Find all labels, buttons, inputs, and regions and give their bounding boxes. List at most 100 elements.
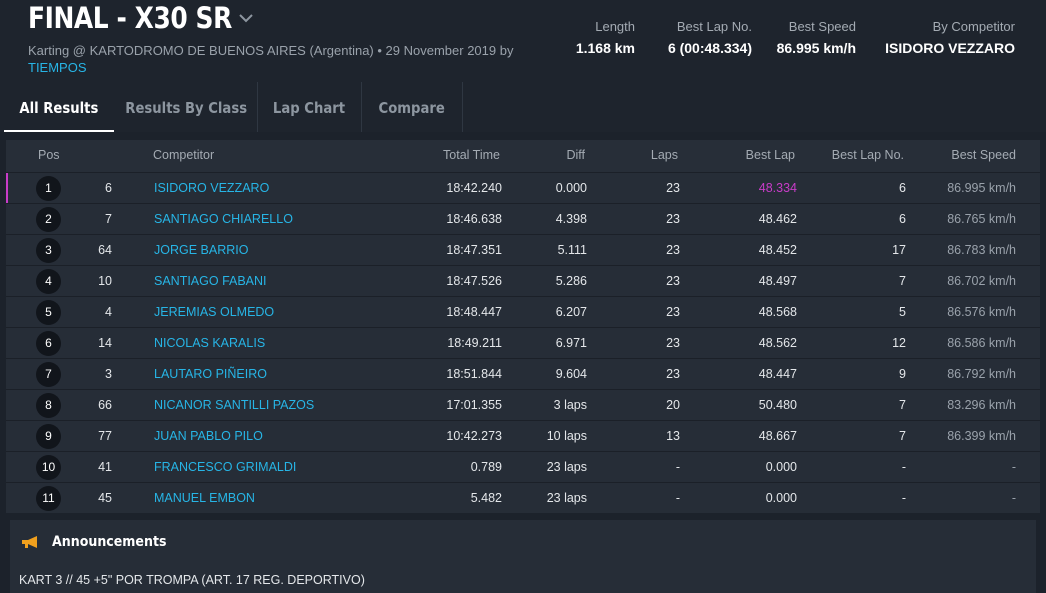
- col-best-speed[interactable]: Best Speed: [951, 148, 1016, 162]
- kart-number: 10: [98, 274, 112, 288]
- best-speed: 86.586 km/h: [947, 336, 1016, 350]
- best-lap: 48.447: [758, 367, 797, 381]
- best-speed: 86.576 km/h: [947, 305, 1016, 319]
- announcements-header: Announcements: [20, 534, 179, 550]
- table-row[interactable]: 8 66 NICANOR SANTILLI PAZOS 17:01.355 3 laps…: [6, 389, 1040, 420]
- table-row[interactable]: 6 14 NICOLAS KARALIS 18:49.211 6.971 23 48.562…: [6, 327, 1040, 358]
- table-row[interactable]: 2 7 SANTIAGO CHIARELLO 18:46.638 4.398 23 48.4…: [6, 203, 1040, 234]
- stat-value: 6 (00:48.334): [667, 40, 752, 56]
- results-table: Pos Competitor Total Time Diff Laps Best…: [6, 140, 1040, 513]
- stat-length: Length 1.168 km: [576, 19, 635, 59]
- table-header: Pos Competitor Total Time Diff Laps Best…: [6, 140, 1040, 172]
- laps: 23: [666, 336, 680, 350]
- col-total-time[interactable]: Total Time: [443, 148, 500, 162]
- competitor-link[interactable]: NICOLAS KARALIS: [154, 336, 265, 350]
- competitor-link[interactable]: SANTIAGO FABANI: [154, 274, 267, 288]
- laps: 23: [666, 367, 680, 381]
- best-lap: 50.480: [758, 398, 797, 412]
- position-badge: 8: [36, 393, 61, 418]
- position-badge: 6: [36, 331, 61, 356]
- table-row[interactable]: 7 3 LAUTARO PIÑEIRO 18:51.844 9.604 23 48.447 9…: [6, 358, 1040, 389]
- title-wrap[interactable]: FINAL - X30 SR: [28, 0, 265, 36]
- competitor-link[interactable]: FRANCESCO GRIMALDI: [154, 460, 296, 474]
- best-speed: 86.399 km/h: [947, 429, 1016, 443]
- competitor-link[interactable]: SANTIAGO CHIARELLO: [154, 212, 293, 226]
- total-time: 18:51.844: [446, 367, 502, 381]
- chevron-down-icon[interactable]: [238, 12, 254, 24]
- timing-provider-link[interactable]: TIEMPOS: [28, 60, 87, 75]
- table-row[interactable]: 1 6 ISIDORO VEZZARO 18:42.240 0.000 23 48.334 6…: [6, 172, 1040, 203]
- tab-all-results[interactable]: All Results: [4, 82, 114, 132]
- laps: 20: [666, 398, 680, 412]
- announcement-text: KART 3 // 45 +5" POR TROMPA (ART. 17 REG…: [19, 573, 365, 587]
- table-body: 1 6 ISIDORO VEZZARO 18:42.240 0.000 23 48.334 6…: [6, 172, 1040, 513]
- laps: 23: [666, 212, 680, 226]
- col-competitor[interactable]: Competitor: [153, 148, 214, 162]
- diff: 4.398: [555, 212, 587, 226]
- diff: 0.000: [555, 181, 587, 195]
- table-row[interactable]: 11 45 MANUEL EMBON 5.482 23 laps - 0.000 - -: [6, 482, 1040, 513]
- diff: 6.207: [555, 305, 587, 319]
- best-lap-number: -: [901, 491, 906, 505]
- competitor-link[interactable]: MANUEL EMBON: [154, 491, 255, 505]
- competitor-link[interactable]: NICANOR SANTILLI PAZOS: [154, 398, 314, 412]
- total-time: 10:42.273: [446, 429, 502, 443]
- tab-lap-chart[interactable]: Lap Chart: [258, 82, 360, 132]
- best-lap: 48.562: [758, 336, 797, 350]
- laps: 23: [666, 274, 680, 288]
- total-time: 18:47.351: [446, 243, 502, 257]
- col-diff[interactable]: Diff: [566, 148, 585, 162]
- position-badge: 11: [36, 486, 61, 511]
- table-row[interactable]: 4 10 SANTIAGO FABANI 18:47.526 5.286 23 48.497…: [6, 265, 1040, 296]
- position-badge: 9: [36, 424, 61, 449]
- col-pos[interactable]: Pos: [38, 148, 60, 162]
- laps: 13: [666, 429, 680, 443]
- col-best-lap-no[interactable]: Best Lap No.: [832, 148, 904, 162]
- best-speed: 86.792 km/h: [947, 367, 1016, 381]
- stat-label: By Competitor: [932, 19, 1015, 34]
- table-row[interactable]: 9 77 JUAN PABLO PILO 10:42.273 10 laps 13 48.6…: [6, 420, 1040, 451]
- table-row[interactable]: 3 64 JORGE BARRIO 18:47.351 5.111 23 48.452 17 8…: [6, 234, 1040, 265]
- stat-label: Best Speed: [788, 19, 856, 34]
- competitor-link[interactable]: JUAN PABLO PILO: [154, 429, 263, 443]
- stat-best-speed: Best Speed 86.995 km/h: [777, 19, 856, 59]
- best-speed: 86.765 km/h: [947, 212, 1016, 226]
- diff: 5.111: [557, 243, 587, 257]
- stat-best-lap-no: Best Lap No. 6 (00:48.334): [668, 19, 752, 59]
- kart-number: 6: [105, 181, 112, 195]
- diff: 3 laps: [553, 398, 587, 412]
- best-speed: 86.783 km/h: [947, 243, 1016, 257]
- total-time: 18:49.211: [447, 336, 502, 350]
- col-best-lap[interactable]: Best Lap: [746, 148, 795, 162]
- table-row[interactable]: 5 4 JEREMIAS OLMEDO 18:48.447 6.207 23 48.568 5…: [6, 296, 1040, 327]
- best-lap: 0.000: [765, 460, 797, 474]
- kart-number: 14: [98, 336, 112, 350]
- page-title: FINAL - X30 SR: [28, 1, 232, 35]
- kart-number: 3: [105, 367, 112, 381]
- best-lap: 48.667: [758, 429, 797, 443]
- best-lap: 48.497: [758, 274, 797, 288]
- best-lap-number: 17: [892, 243, 906, 257]
- position-badge: 3: [36, 238, 61, 263]
- total-time: 17:01.355: [446, 398, 502, 412]
- competitor-link[interactable]: LAUTARO PIÑEIRO: [154, 367, 267, 381]
- position-badge: 10: [36, 455, 61, 480]
- stat-value: 86.995 km/h: [776, 40, 856, 56]
- stat-value: ISIDORO VEZZARO: [885, 40, 1015, 56]
- diff: 9.604: [555, 367, 587, 381]
- competitor-link[interactable]: ISIDORO VEZZARO: [154, 181, 269, 195]
- laps: 23: [666, 243, 680, 257]
- stat-value: 1.168 km: [575, 40, 635, 56]
- best-lap: 48.334: [758, 181, 797, 195]
- competitor-link[interactable]: JORGE BARRIO: [154, 243, 248, 257]
- table-row[interactable]: 10 41 FRANCESCO GRIMALDI 0.789 23 laps - 0.000…: [6, 451, 1040, 482]
- best-speed: 86.995 km/h: [947, 181, 1016, 195]
- tab-results-by-class[interactable]: Results By Class: [116, 82, 256, 132]
- kart-number: 77: [98, 429, 112, 443]
- stat-by-competitor: By Competitor ISIDORO VEZZARO: [885, 19, 1015, 59]
- col-laps[interactable]: Laps: [651, 148, 678, 162]
- tab-compare[interactable]: Compare: [362, 82, 462, 132]
- best-lap-number: 6: [899, 181, 906, 195]
- total-time: 18:42.240: [446, 181, 502, 195]
- competitor-link[interactable]: JEREMIAS OLMEDO: [154, 305, 274, 319]
